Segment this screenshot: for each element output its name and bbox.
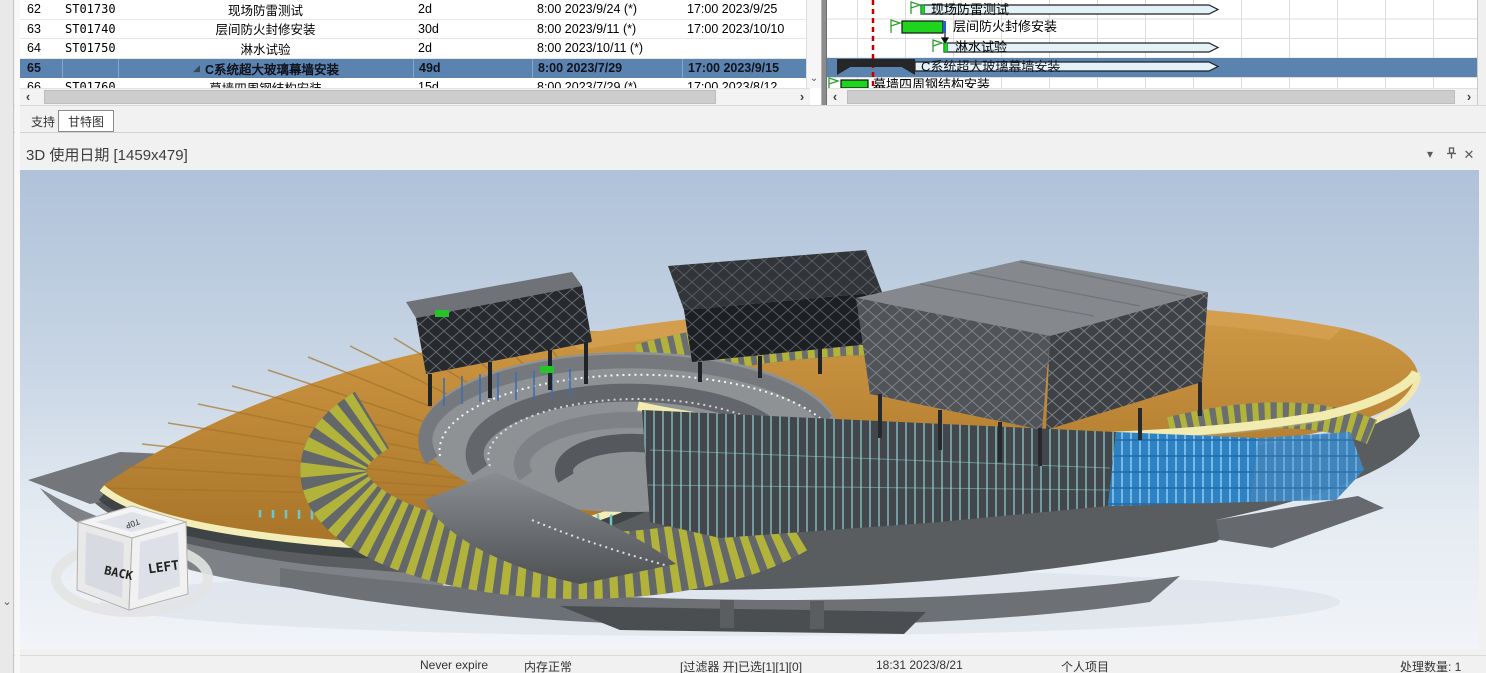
gantt-row-65[interactable]: C系统超大玻璃幕墙安装	[837, 59, 1218, 75]
viewport-panel-header: 3D 使用日期 [1459x479] ▾ ✕	[20, 138, 1479, 170]
task-name-label: C系统超大玻璃幕墙安装	[205, 59, 339, 78]
task-duration: 15d	[413, 78, 532, 88]
actual-bar[interactable]	[841, 80, 868, 88]
bar-label: 幕墙四周钢结构安装	[873, 77, 990, 88]
table-horizontal-scrollbar[interactable]: ‹ ›	[20, 88, 810, 105]
scroll-down-arrow-icon[interactable]: ⌄	[807, 72, 821, 88]
task-duration: 49d	[413, 59, 532, 79]
active-install-highlight	[435, 310, 449, 317]
row-number: 65	[20, 59, 62, 79]
memory-status: 内存正常	[524, 658, 572, 673]
task-id: ST01760	[62, 78, 118, 88]
flag-icon	[911, 2, 920, 14]
flag-icon	[829, 78, 838, 88]
gantt-row-64[interactable]: 淋水试验	[933, 40, 1218, 55]
bar-label: C系统超大玻璃幕墙安装	[921, 59, 1060, 74]
task-finish: 17:00 2023/10/10	[682, 20, 806, 39]
collapse-triangle-icon[interactable]: ◢	[193, 63, 200, 74]
link-node	[943, 21, 946, 33]
actual-bar[interactable]	[902, 21, 943, 33]
table-row[interactable]: 64 ST01750 淋水试验 2d 8:00 2023/10/11 (*)	[20, 39, 806, 59]
filter-selection-status: [过滤器 开]已选[1][1][0]	[680, 658, 802, 673]
task-duration: 2d	[413, 0, 532, 19]
task-table: 62 ST01730 现场防雷测试 2d 8:00 2023/9/24 (*) …	[20, 0, 806, 88]
progress-sliver	[921, 5, 925, 14]
row-number: 63	[20, 20, 62, 39]
task-start: 8:00 2023/9/24 (*)	[532, 0, 682, 19]
table-row[interactable]: 63 ST01740 层间防火封修安装 30d 8:00 2023/9/11 (…	[20, 20, 806, 40]
table-row[interactable]: 62 ST01730 现场防雷测试 2d 8:00 2023/9/24 (*) …	[20, 0, 806, 20]
row-number: 64	[20, 39, 62, 58]
task-name: 现场防雷测试	[118, 0, 413, 19]
summary-end-left	[837, 66, 852, 75]
task-finish	[682, 39, 806, 58]
task-duration: 2d	[413, 39, 532, 58]
project-type-status: 个人项目	[1061, 658, 1109, 673]
task-id	[62, 59, 118, 79]
scroll-left-arrow-icon[interactable]: ‹	[20, 89, 36, 105]
app-window: ⌄ 62 ST01730 现场防雷测试 2d 8:00 2023/9/24 (*…	[0, 0, 1486, 673]
scrollbar-thumb[interactable]	[847, 90, 1455, 104]
gantt-vertical-scrollbar[interactable]	[1477, 0, 1486, 105]
row-number: 62	[20, 0, 62, 19]
processed-count-status: 处理数量: 1	[1400, 658, 1461, 673]
scroll-left-arrow-icon[interactable]: ‹	[827, 89, 843, 105]
3d-scene-canvas[interactable]: BACK LEFT TOP	[20, 170, 1479, 649]
dependency-link	[942, 33, 948, 43]
flag-icon	[933, 40, 942, 52]
table-row-selected[interactable]: 65 ◢ C系统超大玻璃幕墙安装 49d 8:00 2023/7/29 17:0…	[20, 59, 806, 79]
license-status: Never expire	[420, 658, 488, 672]
task-start: 8:00 2023/9/11 (*)	[532, 20, 682, 39]
task-id: ST01740	[62, 20, 118, 39]
task-name: 层间防火封修安装	[118, 20, 413, 39]
bar-label: 淋水试验	[955, 40, 1007, 55]
flag-icon	[891, 20, 900, 33]
close-icon[interactable]: ✕	[1461, 147, 1477, 163]
progress-sliver	[944, 43, 948, 52]
page-title: 3D 使用日期 [1459x479]	[26, 144, 188, 165]
left-dock-gap	[15, 0, 20, 673]
3d-viewport[interactable]: BACK LEFT TOP	[20, 170, 1479, 649]
bottom-dock-tabbar: 支持 甘特图	[0, 105, 1486, 132]
schedule-split: 62 ST01730 现场防雷测试 2d 8:00 2023/9/24 (*) …	[20, 0, 1486, 105]
gantt-horizontal-scrollbar[interactable]: ‹ ›	[827, 88, 1477, 105]
task-start: 8:00 2023/7/29	[532, 59, 682, 79]
task-start: 8:00 2023/10/11 (*)	[532, 39, 682, 58]
bar-label: 现场防雷测试	[931, 2, 1009, 17]
chevron-down-icon[interactable]: ⌄	[1, 596, 13, 608]
summary-bar[interactable]	[837, 59, 915, 67]
task-finish: 17:00 2023/8/12	[682, 78, 806, 88]
gantt-chart[interactable]: 现场防雷测试 层间防火封修安装 淋水试验	[827, 0, 1477, 88]
left-dock-strip[interactable]: ⌄	[0, 0, 14, 673]
status-bar: Never expire 内存正常 [过滤器 开]已选[1][1][0] 18:…	[0, 655, 1486, 673]
chevron-down-icon[interactable]: ▾	[1422, 147, 1438, 161]
row-number: 66	[20, 78, 62, 88]
scrollbar-thumb[interactable]	[44, 90, 716, 104]
table-vertical-scrollbar[interactable]: ⌄	[806, 0, 821, 88]
task-id: ST01730	[62, 0, 118, 19]
task-name: 幕墙四周钢结构安装	[118, 78, 413, 88]
task-name: ◢ C系统超大玻璃幕墙安装	[118, 59, 413, 79]
task-duration: 30d	[413, 20, 532, 39]
datetime-status: 18:31 2023/8/21	[876, 658, 963, 672]
gantt-bars-canvas: 现场防雷测试 层间防火封修安装 淋水试验	[827, 0, 1477, 88]
gantt-row-62[interactable]: 现场防雷测试	[911, 2, 1218, 17]
task-id: ST01750	[62, 39, 118, 58]
task-start: 8:00 2023/7/29 (*)	[532, 78, 682, 88]
task-finish: 17:00 2023/9/15	[682, 59, 806, 79]
active-install-highlight	[540, 366, 554, 373]
summary-end-right	[900, 66, 915, 75]
bar-label: 层间防火封修安装	[953, 19, 1057, 34]
tab-gantt[interactable]: 甘特图	[58, 110, 114, 132]
pin-icon[interactable]	[1443, 147, 1459, 163]
divider	[0, 132, 1486, 133]
gantt-row-66[interactable]: 幕墙四周钢结构安装	[829, 77, 990, 88]
table-row[interactable]: 66 ST01760 幕墙四周钢结构安装 15d 8:00 2023/7/29 …	[20, 78, 806, 88]
scroll-right-arrow-icon[interactable]: ›	[1461, 89, 1477, 105]
task-finish: 17:00 2023/9/25	[682, 0, 806, 19]
task-name: 淋水试验	[118, 39, 413, 58]
scroll-right-arrow-icon[interactable]: ›	[794, 89, 810, 105]
